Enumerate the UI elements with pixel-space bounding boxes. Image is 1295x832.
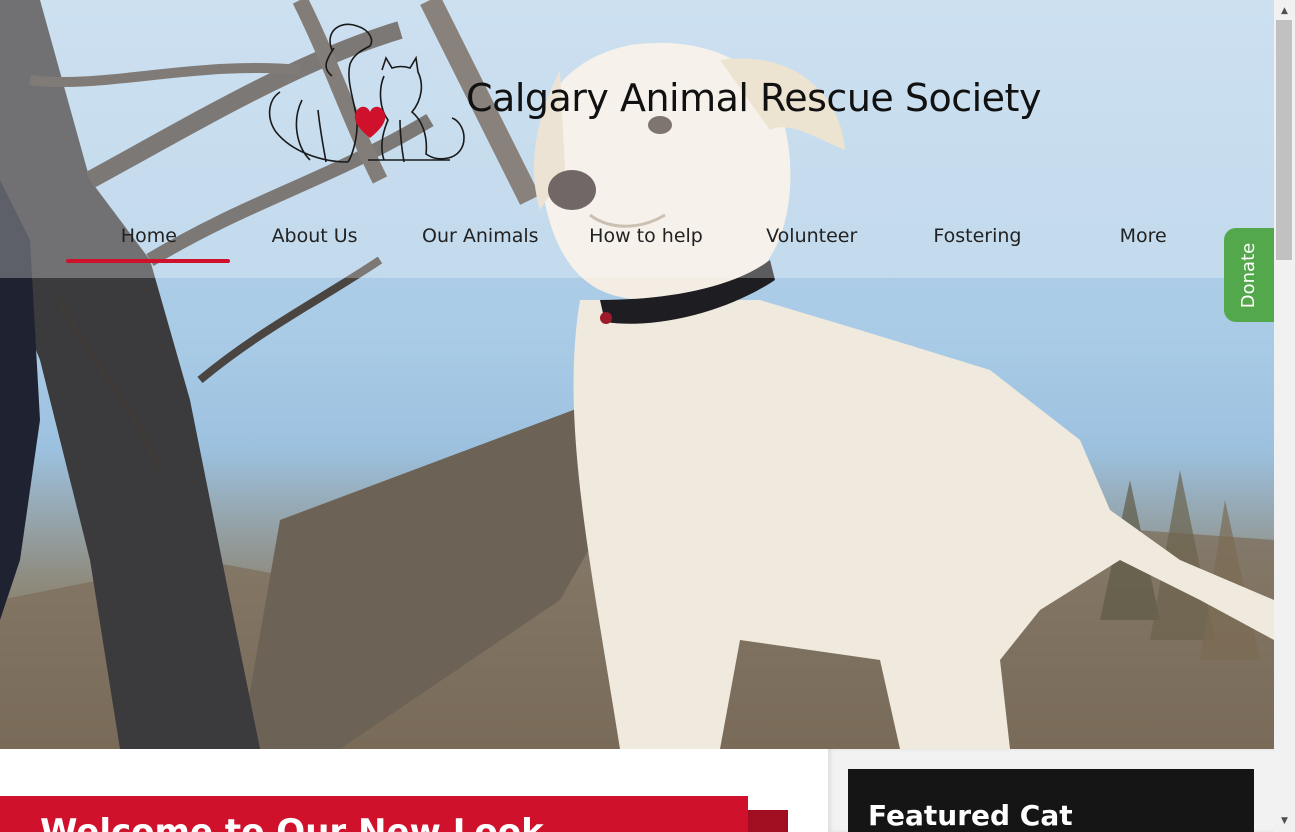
scroll-up-arrow-icon[interactable]: ▲	[1274, 2, 1295, 19]
nav-item-our-animals[interactable]: Our Animals	[397, 222, 563, 262]
nav-item-about-us[interactable]: About Us	[232, 222, 398, 262]
scroll-down-arrow-icon[interactable]: ▼	[1274, 812, 1295, 829]
featured-cat-panel: Featured Cat	[848, 769, 1254, 832]
nav-item-how-to-help[interactable]: How to help	[563, 222, 729, 262]
scroll-thumb[interactable]	[1276, 20, 1292, 260]
site-title[interactable]: Calgary Animal Rescue Society	[466, 76, 1041, 120]
welcome-banner-shadow	[748, 810, 788, 832]
donate-button[interactable]: Donate	[1224, 228, 1274, 322]
featured-heading: Featured Cat	[868, 799, 1073, 832]
vertical-scrollbar[interactable]: ▲ ▼	[1274, 0, 1295, 832]
main-nav: Home About Us Our Animals How to help Vo…	[66, 222, 1226, 263]
donate-label: Donate	[1238, 242, 1260, 308]
nav-item-home[interactable]: Home	[66, 222, 232, 263]
welcome-banner: Welcome to Our New Look	[0, 796, 748, 832]
hero-banner: Calgary Animal Rescue Society Home About…	[0, 0, 1274, 749]
dog-and-cat-heart-logo-icon[interactable]	[262, 20, 470, 168]
nav-item-fostering[interactable]: Fostering	[895, 222, 1061, 262]
nav-item-more[interactable]: More	[1060, 222, 1226, 262]
nav-item-volunteer[interactable]: Volunteer	[729, 222, 895, 262]
welcome-heading: Welcome to Our New Look	[40, 812, 544, 832]
